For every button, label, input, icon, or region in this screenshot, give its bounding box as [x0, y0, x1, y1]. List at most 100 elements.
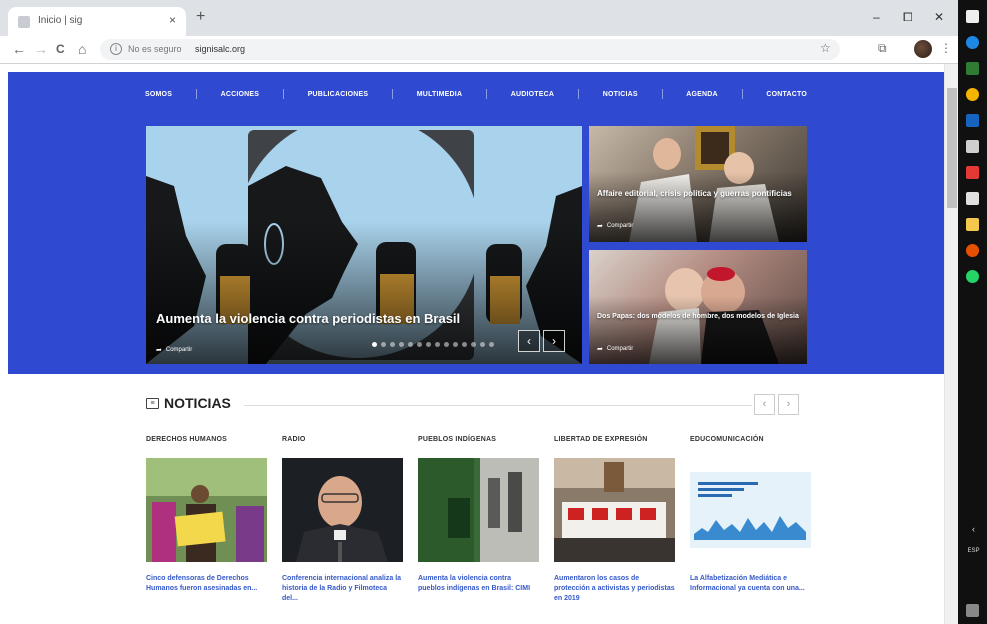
card-category[interactable]: DERECHOS HUMANOS — [146, 436, 267, 450]
nav-item-agenda[interactable]: AGENDA — [686, 91, 718, 98]
hero-slide-side-2[interactable]: Dos Papas: dos modelos de hombre, dos mo… — [589, 250, 807, 364]
share-button[interactable]: ➦ Compartir — [597, 345, 633, 353]
card-title[interactable]: La Alfabetización Mediática e Informacio… — [690, 574, 811, 594]
news-divider — [244, 405, 752, 406]
slider-dot[interactable] — [390, 342, 395, 347]
nav-item-acciones[interactable]: ACCIONES — [221, 91, 260, 98]
forward-button[interactable]: → — [34, 41, 48, 57]
slider-dot[interactable] — [444, 342, 449, 347]
browser-tab[interactable]: Inicio | sig × — [8, 7, 186, 36]
card-image[interactable] — [554, 458, 675, 562]
notifications-icon[interactable] — [966, 604, 979, 617]
firefox-icon[interactable] — [966, 244, 979, 257]
nav-item-noticias[interactable]: NOTICIAS — [603, 91, 638, 98]
page-scrollbar[interactable] — [944, 64, 958, 624]
card-category[interactable]: LIBERTAD DE EXPRESIÓN — [554, 436, 675, 450]
windows-taskbar: ‹ ESP — [958, 0, 987, 624]
share-button[interactable]: ➦ Compartir — [597, 222, 633, 230]
store-icon[interactable] — [966, 192, 979, 205]
hero-side-1-title[interactable]: Affaire editorial, crisis política y gue… — [597, 188, 797, 199]
tab-title: Inicio | sig — [38, 15, 83, 26]
news-heading: NOTICIAS — [164, 395, 231, 411]
slider-dot[interactable] — [489, 342, 494, 347]
news-prev-button[interactable]: ‹ — [754, 394, 775, 415]
card-image[interactable] — [282, 458, 403, 562]
edge-icon[interactable] — [966, 36, 979, 49]
hero-side-2-title[interactable]: Dos Papas: dos modelos de hombre, dos mo… — [597, 312, 801, 322]
profile-avatar[interactable] — [914, 40, 932, 58]
share-label: Compartir — [606, 346, 634, 352]
slider-dots — [372, 342, 494, 347]
browser-toolbar: ← → C ⌂ i No es seguro signisalc.org ☆ ⧉… — [0, 36, 958, 64]
slider-dot[interactable] — [408, 342, 413, 347]
close-window-button[interactable]: ✕ — [934, 10, 944, 24]
word-icon[interactable] — [966, 114, 979, 127]
tray-chevron-icon[interactable]: ‹ — [960, 524, 987, 534]
maximize-button[interactable]: ⧠ — [903, 10, 913, 25]
start-icon[interactable] — [966, 10, 979, 23]
url-text[interactable]: signisalc.org — [195, 44, 245, 54]
nav-item-somos[interactable]: SOMOS — [145, 91, 172, 98]
slider-dot[interactable] — [453, 342, 458, 347]
whatsapp-icon[interactable] — [966, 270, 979, 283]
card-image[interactable] — [146, 458, 267, 562]
hero-main-title[interactable]: Aumenta la violencia contra periodistas … — [156, 311, 576, 326]
slider-arrows: ‹ › — [518, 330, 565, 352]
menu-icon[interactable]: ⋮ — [940, 41, 952, 55]
card-image[interactable] — [418, 458, 539, 562]
news-card: PUEBLOS INDÍGENAS Aumenta la violencia c… — [418, 436, 539, 604]
nav-item-multimedia[interactable]: MULTIMEDIA — [417, 91, 462, 98]
share-button[interactable]: ➦ Compartir — [156, 346, 192, 354]
card-title[interactable]: Conferencia internacional analiza la his… — [282, 574, 403, 604]
back-button[interactable]: ← — [12, 41, 26, 57]
tab-strip: Inicio | sig × + – ⧠ ✕ — [0, 0, 958, 36]
slider-dot[interactable] — [426, 342, 431, 347]
reload-button[interactable]: C — [56, 41, 65, 57]
language-indicator[interactable]: ESP — [960, 548, 987, 554]
chrome-icon[interactable] — [966, 88, 979, 101]
nav-separator — [392, 89, 394, 99]
scrollbar-thumb[interactable] — [947, 88, 957, 208]
hero-slide-main[interactable]: Aumenta la violencia contra periodistas … — [146, 126, 582, 364]
slider-dot[interactable] — [372, 342, 377, 347]
folder-icon[interactable] — [966, 218, 979, 231]
slider-dot[interactable] — [435, 342, 440, 347]
slider-dot[interactable] — [462, 342, 467, 347]
slider-dot[interactable] — [399, 342, 404, 347]
home-button[interactable]: ⌂ — [78, 41, 86, 57]
card-title[interactable]: Cinco defensoras de Derechos Humanos fue… — [146, 574, 267, 594]
slider-prev-button[interactable]: ‹ — [518, 330, 540, 352]
card-category[interactable]: RADIO — [282, 436, 403, 450]
info-icon[interactable]: i — [110, 43, 122, 55]
nav-separator — [282, 89, 284, 99]
speaker-photo — [282, 458, 403, 562]
card-category[interactable]: EDUCOMUNICACIÓN — [690, 436, 811, 450]
slider-dot[interactable] — [471, 342, 476, 347]
slider-dot[interactable] — [480, 342, 485, 347]
spreadsheet-icon[interactable] — [966, 62, 979, 75]
hero-slide-side-1[interactable]: Affaire editorial, crisis política y gue… — [589, 126, 807, 242]
card-image[interactable] — [690, 458, 811, 562]
card-category[interactable]: PUEBLOS INDÍGENAS — [418, 436, 539, 450]
nav-item-contacto[interactable]: CONTACTO — [766, 91, 807, 98]
star-icon[interactable]: ☆ — [820, 41, 831, 55]
tab-close-icon[interactable]: × — [169, 13, 176, 27]
news-next-button[interactable]: › — [778, 394, 799, 415]
card-title[interactable]: Aumentaron los casos de protección a act… — [554, 574, 675, 604]
browser-window: Inicio | sig × + – ⧠ ✕ ← → C ⌂ i No es s… — [0, 0, 958, 624]
slider-dot[interactable] — [381, 342, 386, 347]
news-section-header: ≡ NOTICIAS ‹ › — [146, 394, 808, 416]
address-bar[interactable]: i No es seguro signisalc.org ☆ — [100, 39, 840, 60]
paint-icon[interactable] — [966, 140, 979, 153]
extension-icon[interactable]: ⧉ — [878, 41, 887, 56]
slider-next-button[interactable]: › — [543, 330, 565, 352]
card-title[interactable]: Aumenta la violencia contra pueblos indí… — [418, 574, 539, 594]
indigenous-photo — [418, 458, 539, 562]
slider-dot[interactable] — [417, 342, 422, 347]
nav-item-publicaciones[interactable]: PUBLICACIONES — [308, 91, 369, 98]
news-card: DERECHOS HUMANOS Cinco defensoras de Der… — [146, 436, 267, 604]
new-tab-button[interactable]: + — [196, 9, 205, 25]
nav-item-audioteca[interactable]: AUDIOTECA — [511, 91, 554, 98]
pdf-icon[interactable] — [966, 166, 979, 179]
minimize-button[interactable]: – — [873, 10, 880, 24]
